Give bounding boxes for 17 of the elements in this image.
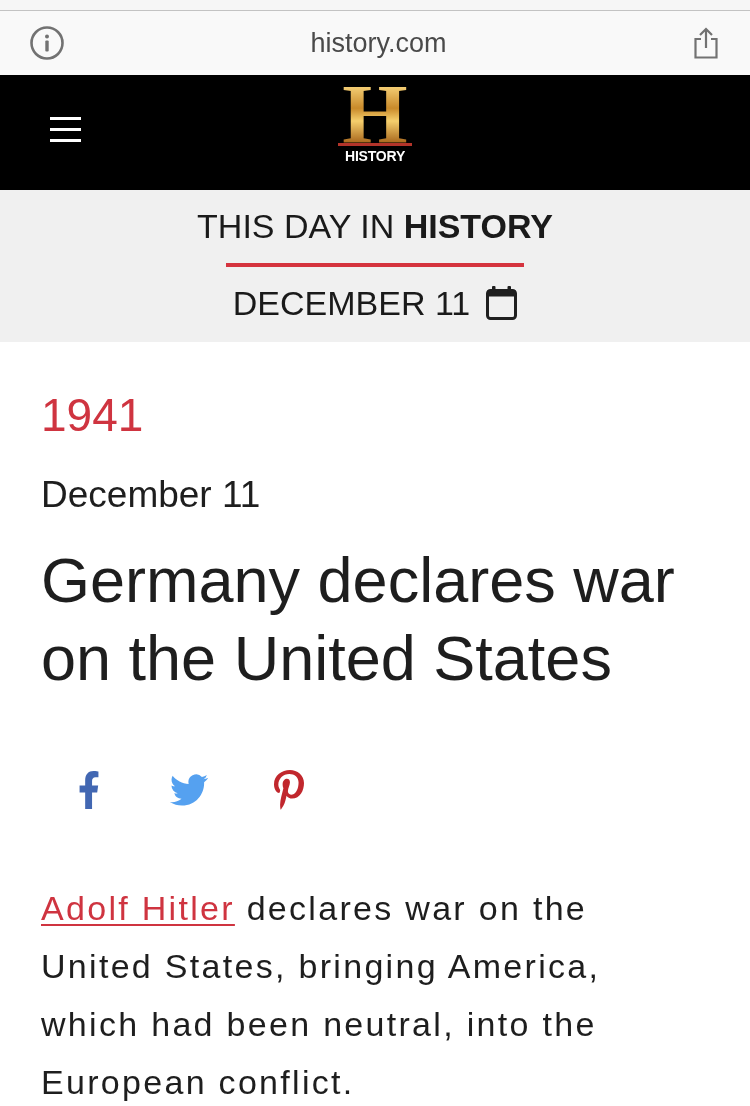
banner-date[interactable]: DECEMBER 11 [232, 283, 471, 323]
share-icon[interactable] [693, 27, 719, 59]
article-paragraph: Adolf Hitler declares war on the United States, bringing America, which had been neutral, into the European conflict. [41, 888, 602, 1103]
twitter-icon[interactable] [170, 774, 208, 806]
logo-wordmark[interactable]: HISTORY [344, 148, 406, 164]
banner-title: THIS DAY IN HISTORY [197, 206, 553, 246]
menu-icon[interactable] [50, 117, 81, 142]
info-icon[interactable] [30, 26, 64, 60]
logo-mark[interactable]: H [338, 85, 412, 146]
year-label: 1941 [41, 388, 145, 442]
person-link[interactable]: Adolf Hitler [41, 889, 235, 927]
facebook-icon[interactable] [78, 771, 100, 809]
article-headline: Germany declares war on the United States [41, 544, 676, 695]
event-date: December 11 [41, 473, 262, 517]
calendar-icon[interactable] [486, 286, 518, 320]
pinterest-icon[interactable] [274, 770, 304, 810]
address-bar-url[interactable]: history.com [64, 26, 693, 60]
